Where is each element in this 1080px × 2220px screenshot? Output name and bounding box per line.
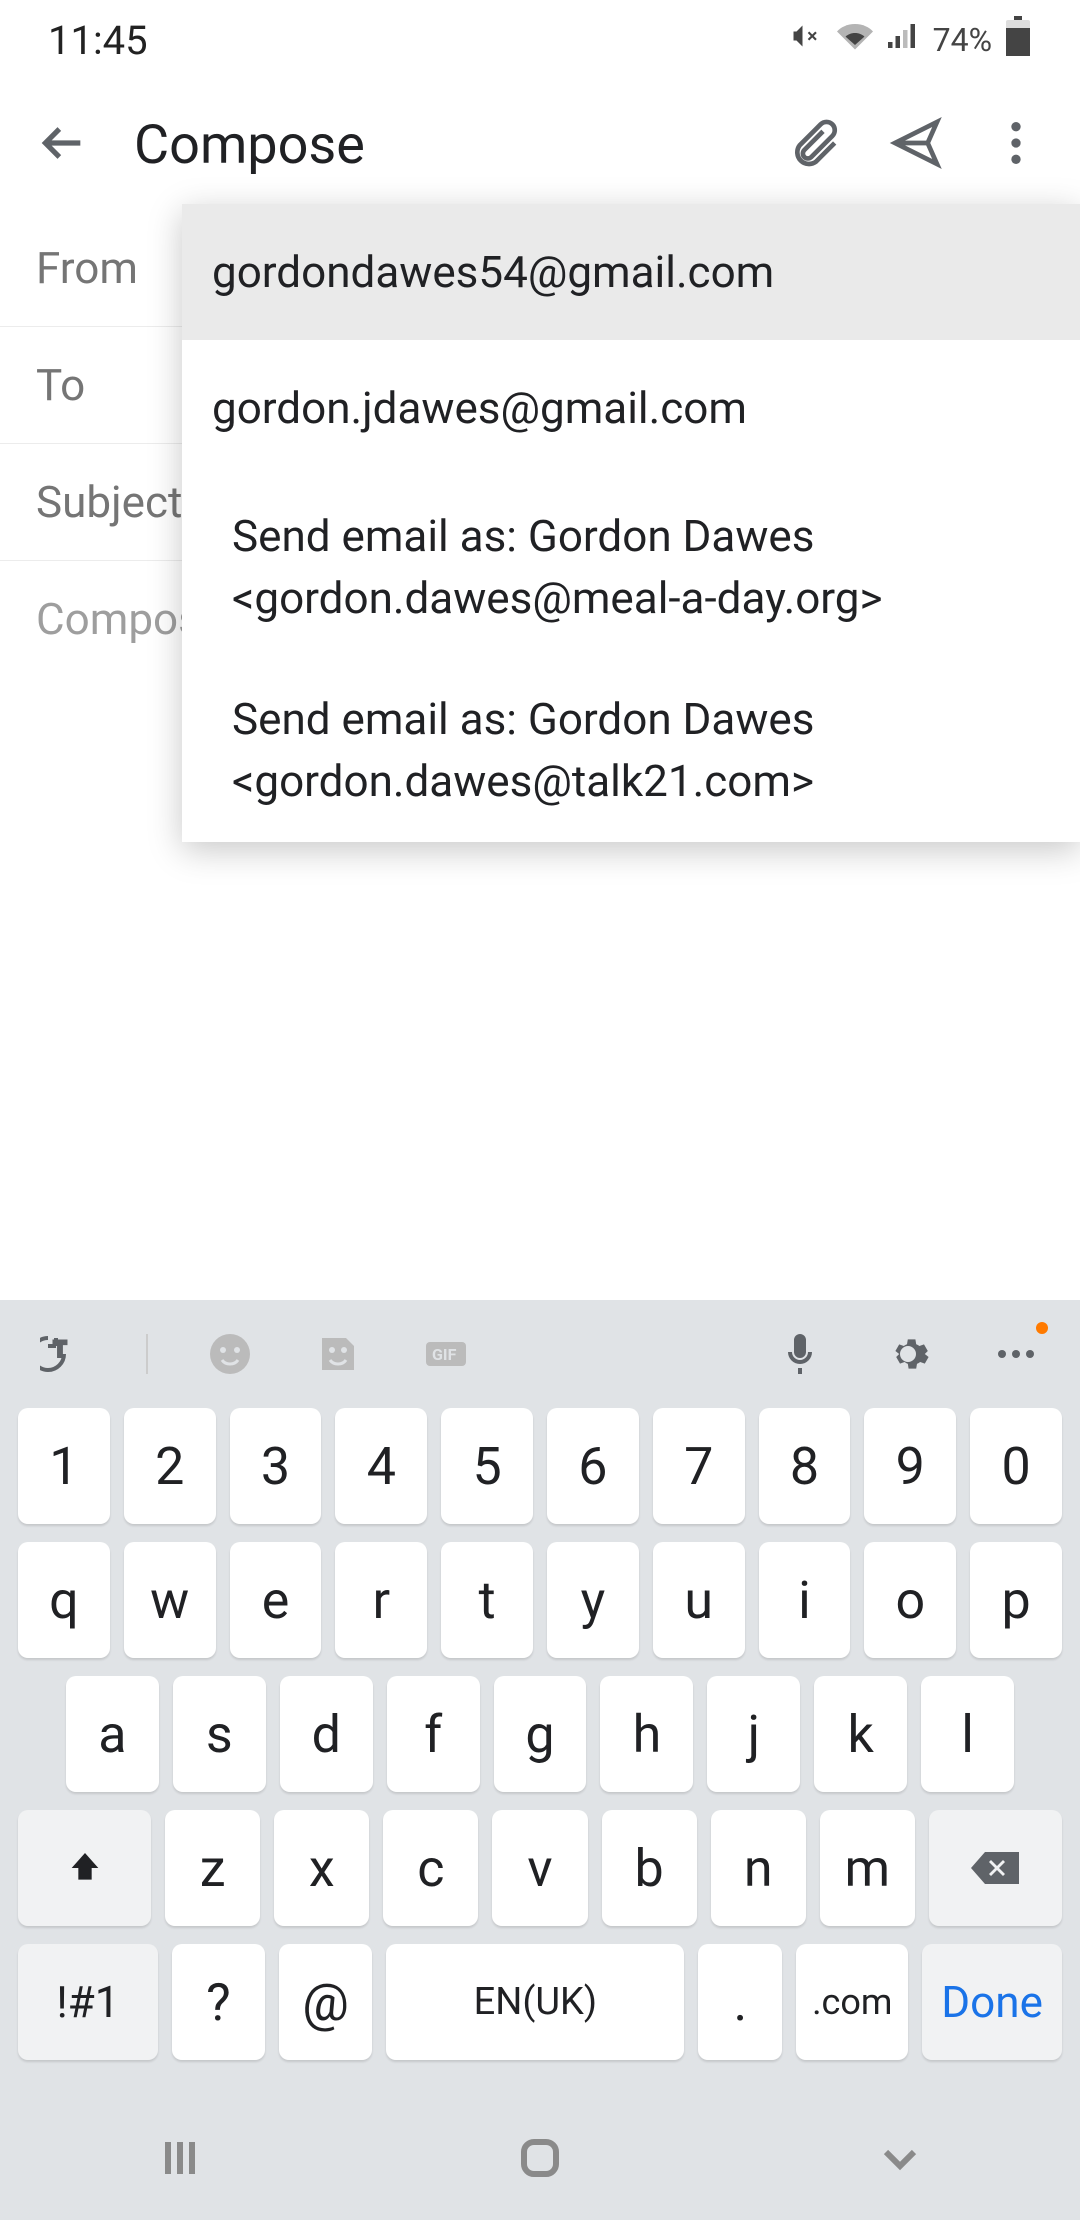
from-option-2[interactable]: gordon.jdawes@gmail.com <box>182 340 1080 476</box>
battery-icon <box>1004 16 1032 64</box>
settings-icon[interactable] <box>882 1328 934 1380</box>
keyboard: T GIF 1 2 3 4 5 6 7 <box>0 1300 1080 2220</box>
from-option-3[interactable]: Send email as: Gordon Dawes <gordon.dawe… <box>182 476 1080 659</box>
key-done[interactable]: Done <box>922 1944 1062 2060</box>
key-v[interactable]: v <box>492 1810 587 1926</box>
key-s[interactable]: s <box>173 1676 266 1792</box>
keyboard-row-numbers: 1 2 3 4 5 6 7 8 9 0 <box>18 1408 1062 1524</box>
key-shift[interactable] <box>18 1810 151 1926</box>
keyboard-row-qwerty: q w e r t y u i o p <box>18 1542 1062 1658</box>
wifi-icon <box>837 18 873 62</box>
key-4[interactable]: 4 <box>335 1408 427 1524</box>
attach-icon[interactable] <box>744 115 844 175</box>
battery-percent: 74% <box>933 21 992 59</box>
key-3[interactable]: 3 <box>230 1408 322 1524</box>
page-title: Compose <box>134 114 744 177</box>
key-w[interactable]: w <box>124 1542 216 1658</box>
mic-icon[interactable] <box>774 1328 826 1380</box>
key-8[interactable]: 8 <box>759 1408 851 1524</box>
key-d[interactable]: d <box>280 1676 373 1792</box>
gif-icon[interactable]: GIF <box>420 1328 472 1380</box>
keyboard-row-bottom: !#1 ? @ EN(UK) . .com Done <box>18 1944 1062 2060</box>
key-y[interactable]: y <box>547 1542 639 1658</box>
from-option-4[interactable]: Send email as: Gordon Dawes <gordon.dawe… <box>182 659 1080 842</box>
key-e[interactable]: e <box>230 1542 322 1658</box>
key-question[interactable]: ? <box>172 1944 265 2060</box>
nav-bar <box>0 2120 1080 2200</box>
text-tool-icon[interactable]: T <box>38 1328 90 1380</box>
more-tools-icon[interactable] <box>990 1328 1042 1380</box>
key-n[interactable]: n <box>711 1810 806 1926</box>
key-t[interactable]: t <box>441 1542 533 1658</box>
svg-text:GIF: GIF <box>432 1345 457 1364</box>
key-backspace[interactable] <box>929 1810 1062 1926</box>
emoji-icon[interactable] <box>204 1328 256 1380</box>
key-r[interactable]: r <box>335 1542 427 1658</box>
send-icon[interactable] <box>844 115 944 175</box>
sticker-icon[interactable] <box>312 1328 364 1380</box>
status-bar: 11:45 74% <box>0 0 1080 80</box>
status-icons: 74% <box>789 16 1032 64</box>
key-p[interactable]: p <box>970 1542 1062 1658</box>
key-g[interactable]: g <box>494 1676 587 1792</box>
key-7[interactable]: 7 <box>653 1408 745 1524</box>
to-label: To <box>36 359 85 411</box>
key-a[interactable]: a <box>66 1676 159 1792</box>
key-5[interactable]: 5 <box>441 1408 533 1524</box>
key-o[interactable]: o <box>864 1542 956 1658</box>
key-j[interactable]: j <box>707 1676 800 1792</box>
nav-recent-icon[interactable] <box>156 2134 204 2186</box>
svg-text:T: T <box>54 1337 66 1361</box>
key-i[interactable]: i <box>759 1542 851 1658</box>
key-u[interactable]: u <box>653 1542 745 1658</box>
app-bar: Compose <box>0 80 1080 210</box>
status-time: 11:45 <box>48 17 148 64</box>
keyboard-row-zxcv: z x c v b n m <box>18 1810 1062 1926</box>
key-l[interactable]: l <box>921 1676 1014 1792</box>
key-symbols[interactable]: !#1 <box>18 1944 158 2060</box>
divider <box>146 1334 148 1374</box>
key-6[interactable]: 6 <box>547 1408 639 1524</box>
back-icon[interactable] <box>36 115 92 175</box>
from-label: From <box>36 242 138 294</box>
key-dot[interactable]: . <box>698 1944 782 2060</box>
subject-label: Subject <box>36 476 182 528</box>
nav-back-icon[interactable] <box>876 2134 924 2186</box>
key-9[interactable]: 9 <box>864 1408 956 1524</box>
key-2[interactable]: 2 <box>124 1408 216 1524</box>
notification-dot <box>1036 1322 1048 1334</box>
key-q[interactable]: q <box>18 1542 110 1658</box>
key-h[interactable]: h <box>600 1676 693 1792</box>
key-m[interactable]: m <box>820 1810 915 1926</box>
key-space[interactable]: EN(UK) <box>386 1944 684 2060</box>
key-z[interactable]: z <box>165 1810 260 1926</box>
from-option-1[interactable]: gordondawes54@gmail.com <box>182 204 1080 340</box>
key-com[interactable]: .com <box>796 1944 908 2060</box>
key-at[interactable]: @ <box>279 1944 372 2060</box>
keyboard-toolbar: T GIF <box>0 1300 1080 1408</box>
nav-home-icon[interactable] <box>516 2134 564 2186</box>
key-k[interactable]: k <box>814 1676 907 1792</box>
more-icon[interactable] <box>944 115 1044 175</box>
key-1[interactable]: 1 <box>18 1408 110 1524</box>
key-b[interactable]: b <box>602 1810 697 1926</box>
from-dropdown: gordondawes54@gmail.com gordon.jdawes@gm… <box>182 204 1080 842</box>
keyboard-row-asdf: a s d f g h j k l <box>18 1676 1062 1792</box>
key-x[interactable]: x <box>274 1810 369 1926</box>
key-f[interactable]: f <box>387 1676 480 1792</box>
signal-icon <box>885 18 921 62</box>
mute-vibrate-icon <box>789 18 825 62</box>
key-c[interactable]: c <box>383 1810 478 1926</box>
key-0[interactable]: 0 <box>970 1408 1062 1524</box>
